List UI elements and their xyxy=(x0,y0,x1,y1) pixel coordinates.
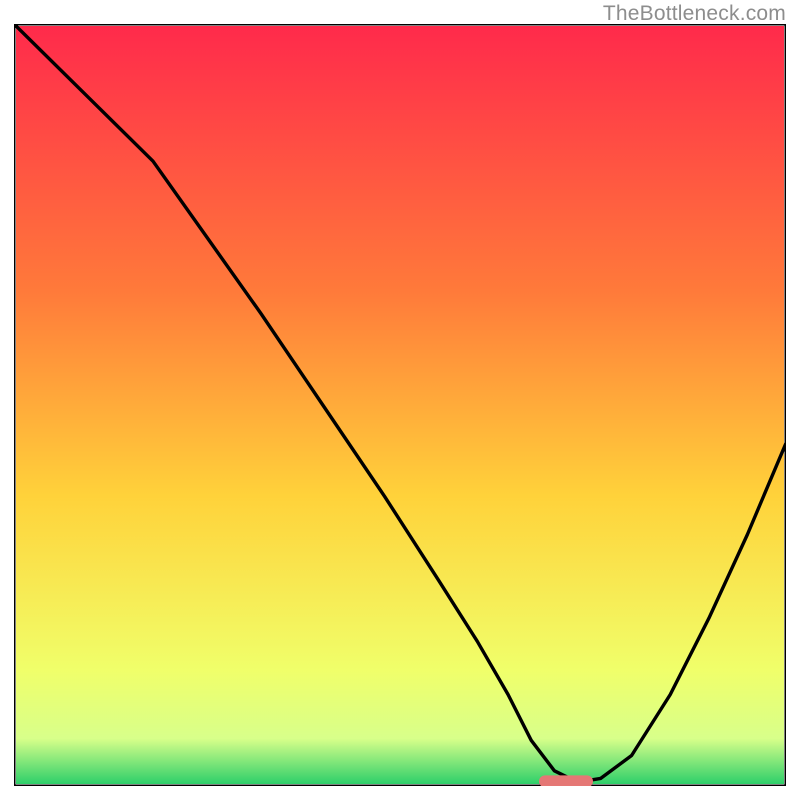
chart-svg xyxy=(14,24,786,786)
optimal-segment-marker xyxy=(539,775,593,786)
chart-container: TheBottleneck.com xyxy=(0,0,800,800)
watermark-text: TheBottleneck.com xyxy=(603,2,786,26)
plot-area xyxy=(14,24,786,786)
